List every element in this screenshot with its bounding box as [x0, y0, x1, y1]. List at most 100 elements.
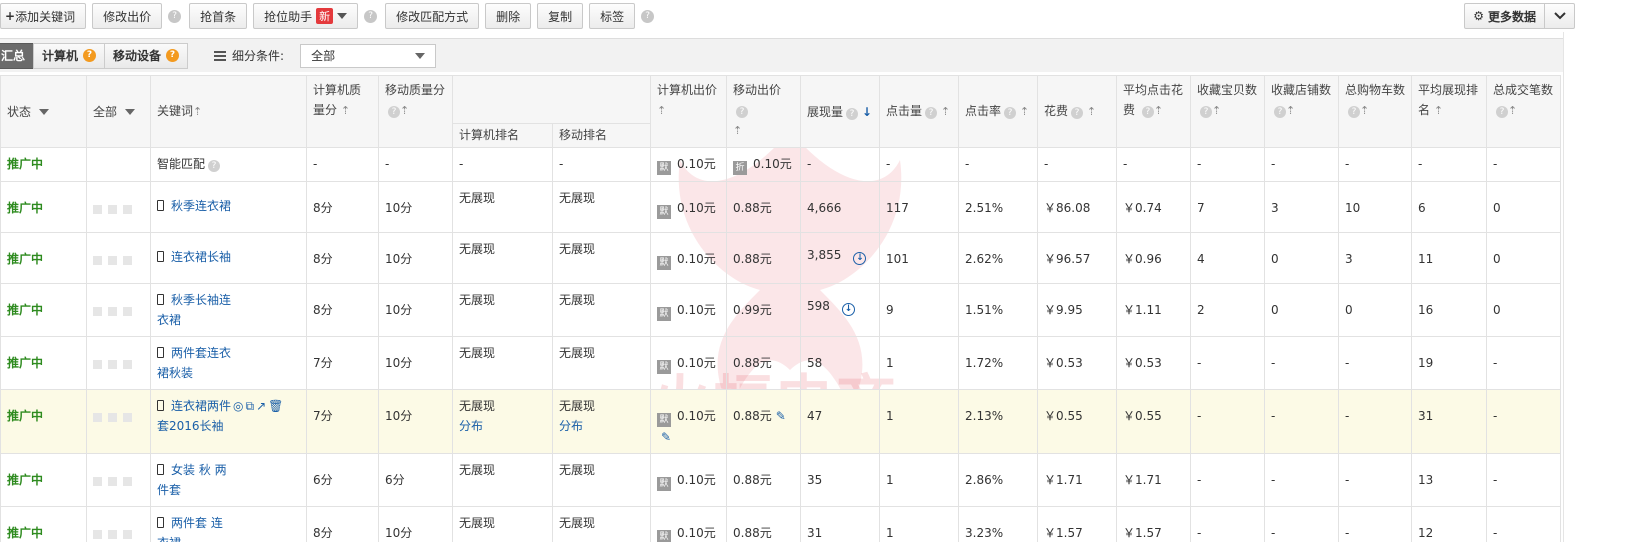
pencil-icon[interactable]: ✎: [661, 430, 671, 444]
col-mobile-rank[interactable]: 移动排名: [552, 123, 651, 148]
help-icon[interactable]: ?: [1274, 106, 1286, 118]
table-row[interactable]: 推广中 秋季连衣裙 8分 10分 无展现 无展现 默 0.10元 0.88元 4,…: [0, 181, 1561, 233]
pc-bid-cell[interactable]: 默 0.10元: [650, 232, 727, 284]
col-fav-item[interactable]: 收藏宝贝数? ⇡: [1190, 75, 1265, 148]
rank-helper-button[interactable]: 抢位助手新: [253, 3, 359, 29]
help-icon[interactable]: ?: [736, 106, 748, 118]
clicks-cell: -: [879, 147, 959, 182]
help-icon[interactable]: ?: [208, 160, 221, 172]
col-all[interactable]: 全部: [86, 75, 151, 148]
mobile-bid-cell[interactable]: 0.88元 ✎: [726, 389, 801, 454]
mobile-bid-cell[interactable]: 0.88元: [726, 506, 801, 542]
segment-select[interactable]: 全部: [300, 43, 437, 68]
col-avg-cpc[interactable]: 平均点击花费 ? ⇡: [1116, 75, 1191, 148]
help-icon[interactable]: ?: [846, 107, 859, 120]
delete-button[interactable]: 删除: [485, 3, 532, 29]
mobile-bid-cell[interactable]: 0.88元: [726, 232, 801, 284]
grab-top-button[interactable]: 抢首条: [189, 3, 248, 29]
cost-cell: ￥86.08: [1037, 181, 1117, 233]
keyword-cell[interactable]: 秋季长袖连 衣裙: [150, 283, 307, 337]
copy-button[interactable]: 复制: [537, 3, 584, 29]
pencil-icon[interactable]: ✎: [776, 409, 786, 423]
mobile-bid-cell[interactable]: 0.88元: [726, 453, 801, 507]
more-data-dropdown[interactable]: [1545, 3, 1575, 29]
help-icon[interactable]: ?: [1348, 106, 1360, 118]
help-icon[interactable]: ?: [83, 49, 97, 62]
help-icon[interactable]: ?: [641, 9, 655, 23]
pc-bid-cell[interactable]: 默 0.10元✎: [650, 389, 727, 454]
keyword-cell[interactable]: 秋季连衣裙: [150, 181, 307, 233]
col-pc-rank[interactable]: 计算机排名: [452, 123, 553, 148]
tab-mobile[interactable]: 移动设备?: [104, 42, 189, 69]
help-icon[interactable]: ?: [1141, 106, 1154, 118]
help-icon[interactable]: ?: [1496, 106, 1508, 118]
keyword-cell[interactable]: 女装 秋 两件套: [150, 453, 307, 507]
col-fav-shop[interactable]: 收藏店铺数? ⇡: [1264, 75, 1339, 148]
table-row[interactable]: 推广中 连衣裙长袖 8分 10分 无展现 无展现 默 0.10元 0.88元 3,…: [0, 232, 1561, 284]
keyword-cell[interactable]: 两件套连衣 裙秋装: [150, 336, 307, 390]
col-rank-group: [452, 75, 651, 124]
col-cart[interactable]: 总购物车数? ⇡: [1338, 75, 1412, 148]
keyword-cell[interactable]: 连衣裙长袖: [150, 232, 307, 284]
help-icon[interactable]: ?: [1200, 106, 1212, 118]
col-mobile-quality[interactable]: 移动质量分? ⇡: [378, 75, 453, 148]
pc-bid-cell[interactable]: 默 0.10元: [650, 336, 727, 390]
download-icon[interactable]: ↓: [841, 303, 855, 316]
col-clicks[interactable]: 点击量? ⇡: [879, 75, 959, 148]
col-keyword[interactable]: 关键词⇡: [150, 75, 307, 148]
help-icon[interactable]: ?: [925, 107, 938, 119]
table-row-hovered[interactable]: 推广中 连衣裙两件 ◎ ⧉ ↗ 🗑 套2016长袖 7分 10分 无展现 分布 无展现 分布 …: [0, 389, 1561, 454]
table-row[interactable]: 推广中 秋季长袖连 衣裙 8分 10分 无展现 无展现 默 0.10元 0.99元 …: [0, 283, 1561, 337]
col-orders[interactable]: 总成交笔数? ⇡: [1486, 75, 1561, 148]
mobile-icon: [157, 347, 164, 358]
edit-bid-button[interactable]: 修改出价: [92, 3, 163, 29]
help-icon[interactable]: ?: [166, 49, 180, 62]
col-mobile-bid[interactable]: 移动出价? ⇡: [726, 75, 801, 148]
col-ctr[interactable]: 点击率? ⇡: [958, 75, 1038, 148]
col-pc-quality[interactable]: 计算机质量分 ⇡: [306, 75, 379, 148]
keyword-cell[interactable]: 连衣裙两件 ◎ ⧉ ↗ 🗑 套2016长袖: [150, 389, 307, 454]
table-row[interactable]: 推广中 女装 秋 两件套 6分 6分 无展现 无展现 默 0.10元 0.88元 …: [0, 453, 1561, 507]
mobile-quality-cell: 6分: [378, 453, 453, 507]
table-row[interactable]: 推广中 两件套连衣 裙秋装 7分 10分 无展现 无展现 默 0.10元 0.88元…: [0, 336, 1561, 390]
pc-bid-cell[interactable]: 默 0.10元: [650, 506, 727, 542]
cost-cell: ￥0.55: [1037, 389, 1117, 454]
edit-match-button[interactable]: 修改匹配方式: [385, 3, 480, 29]
col-status[interactable]: 状态: [0, 75, 87, 148]
chevron-down-icon: [415, 52, 426, 59]
mobile-bid-cell[interactable]: 0.99元: [726, 283, 801, 337]
help-icon[interactable]: ?: [168, 9, 182, 23]
mobile-bid-cell[interactable]: 0.88元: [726, 336, 801, 390]
tab-summary[interactable]: 汇总: [0, 42, 35, 69]
col-avg-rank[interactable]: 平均展现排名 ⇡: [1411, 75, 1487, 148]
help-icon[interactable]: ?: [1004, 107, 1017, 119]
col-pc-bid[interactable]: 计算机出价 ⇡: [650, 75, 727, 148]
table-row[interactable]: 推广中 两件套 连衣裙 8分 10分 无展现 无展现 默0.10元 0.88元 …: [0, 506, 1561, 542]
col-impressions[interactable]: 展现量? ↓: [800, 75, 880, 148]
more-data-button[interactable]: ⚙ 更多数据: [1464, 3, 1545, 29]
help-icon[interactable]: ?: [388, 106, 400, 118]
download-icon[interactable]: ↓: [853, 252, 867, 265]
pc-bid-cell[interactable]: 默 0.10元: [650, 283, 727, 337]
orders-cell: -: [1486, 336, 1561, 390]
tab-computer[interactable]: 计算机?: [33, 42, 106, 69]
help-icon[interactable]: ?: [364, 9, 378, 23]
pc-bid-cell[interactable]: 默 0.10元: [650, 453, 727, 507]
col-cost[interactable]: 花费? ⇡: [1037, 75, 1117, 148]
impressions-cell: 47: [800, 389, 880, 454]
distribution-link[interactable]: 分布: [459, 419, 483, 433]
mobile-bid-cell[interactable]: 折 0.10元: [726, 147, 801, 182]
distribution-link[interactable]: 分布: [559, 419, 583, 433]
pc-bid-cell[interactable]: 默 0.10元: [650, 181, 727, 233]
mobile-bid-cell[interactable]: 0.88元: [726, 181, 801, 233]
keyword-cell[interactable]: 两件套 连衣裙: [150, 506, 307, 542]
pc-bid-cell[interactable]: 默 0.10元: [650, 147, 727, 182]
trash-icon[interactable]: 🗑: [268, 399, 283, 413]
table-row[interactable]: 推广中 智能匹配? - - - - 默 0.10元 折 0.10元 - - - - …: [0, 147, 1561, 182]
target-icon[interactable]: ◎: [233, 399, 243, 413]
tags-button[interactable]: 标签: [589, 3, 636, 29]
trend-chart-icon[interactable]: ↗: [256, 399, 266, 413]
copy-icon[interactable]: ⧉: [246, 399, 255, 413]
add-keyword-button[interactable]: + 添加关键词: [0, 3, 87, 29]
help-icon[interactable]: ?: [1071, 107, 1084, 119]
